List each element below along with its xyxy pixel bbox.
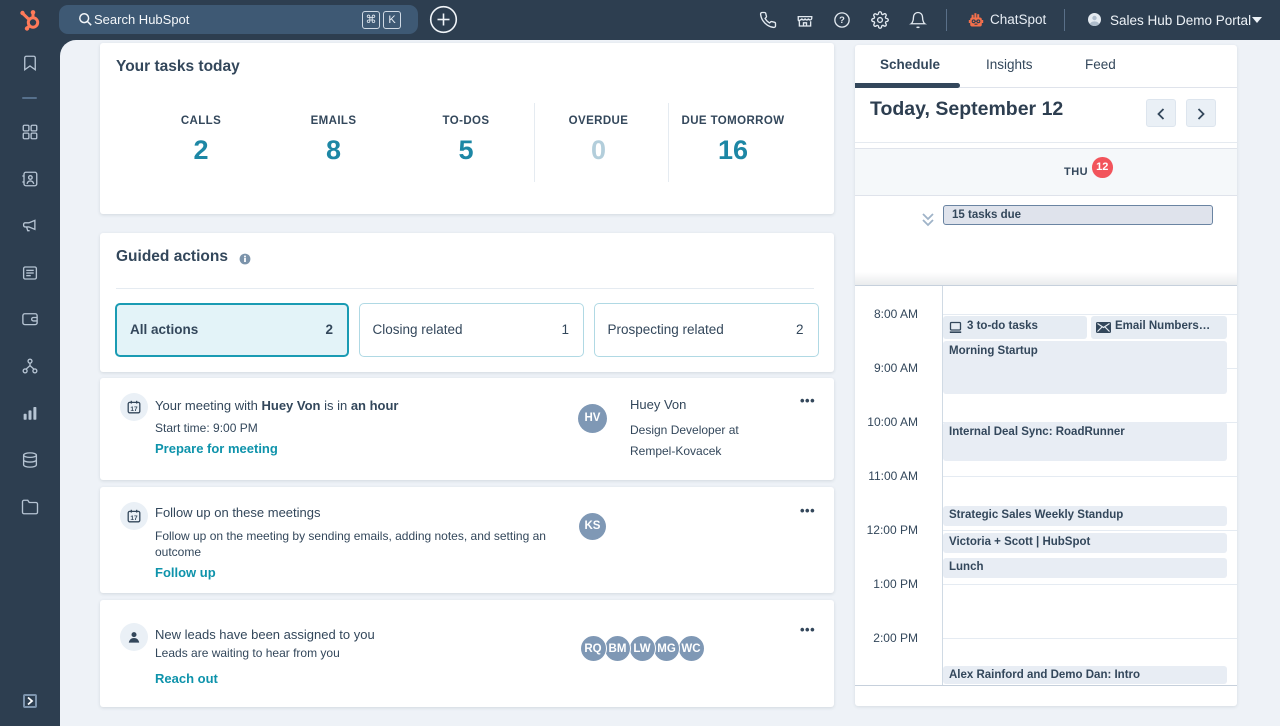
svg-text:17: 17 [130, 406, 138, 413]
svg-text:17: 17 [130, 515, 138, 522]
svg-text:?: ? [839, 15, 845, 25]
